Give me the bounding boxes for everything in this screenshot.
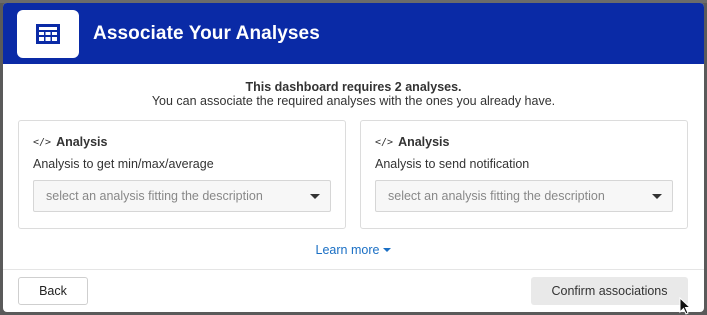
card-heading: </> Analysis	[33, 135, 331, 149]
footer-divider	[3, 269, 704, 270]
dashboard-logo	[17, 9, 79, 58]
chevron-down-icon	[652, 194, 662, 199]
select-placeholder: select an analysis fitting the descripti…	[46, 189, 263, 203]
modal-header: Associate Your Analyses	[3, 3, 704, 64]
intro-requirement: This dashboard requires 2 analyses.	[245, 80, 462, 94]
analysis-select[interactable]: select an analysis fitting the descripti…	[375, 180, 673, 212]
analysis-card: </> Analysis Analysis to send notificati…	[360, 120, 688, 229]
back-button[interactable]: Back	[18, 277, 88, 305]
card-title: Analysis	[56, 135, 108, 149]
analysis-cards: </> Analysis Analysis to get min/max/ave…	[18, 120, 688, 229]
associate-analyses-modal: Associate Your Analyses This dashboard r…	[3, 3, 704, 312]
analysis-card: </> Analysis Analysis to get min/max/ave…	[18, 120, 346, 229]
code-icon: </>	[33, 136, 52, 148]
select-placeholder: select an analysis fitting the descripti…	[388, 189, 605, 203]
analysis-select[interactable]: select an analysis fitting the descripti…	[33, 180, 331, 212]
card-title: Analysis	[398, 135, 450, 149]
intro-text: This dashboard requires 2 analyses. You …	[3, 80, 704, 108]
chevron-down-icon	[383, 248, 392, 252]
dashboard-icon	[36, 23, 60, 44]
intro-instruction: You can associate the required analyses …	[151, 94, 556, 108]
card-heading: </> Analysis	[375, 135, 673, 149]
modal-title: Associate Your Analyses	[93, 22, 320, 44]
learn-more-link[interactable]: Learn more	[3, 243, 704, 257]
code-icon: </>	[375, 136, 394, 148]
card-description: Analysis to send notification	[375, 157, 530, 171]
card-description: Analysis to get min/max/average	[33, 157, 214, 171]
confirm-associations-button[interactable]: Confirm associations	[531, 277, 688, 305]
chevron-down-icon	[310, 194, 320, 199]
mouse-cursor-icon	[679, 297, 691, 315]
learn-more-label: Learn more	[315, 243, 380, 257]
